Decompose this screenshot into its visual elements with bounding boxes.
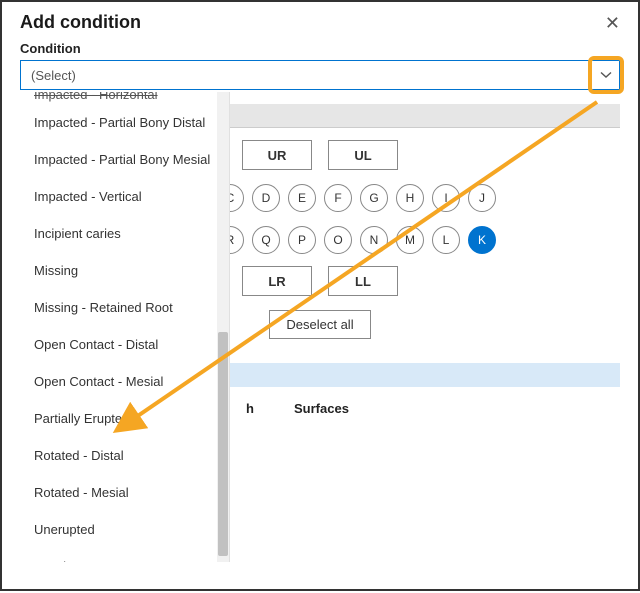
select-placeholder: (Select)	[21, 68, 593, 83]
tooth-j[interactable]: J	[468, 184, 496, 212]
tooth-m[interactable]: M	[396, 226, 424, 254]
tooth-i[interactable]: I	[432, 184, 460, 212]
dropdown-item[interactable]: Missing	[32, 252, 217, 289]
dropdown-item[interactable]: Open Contact - Distal	[32, 326, 217, 363]
tooth-h[interactable]: H	[396, 184, 424, 212]
dropdown-list[interactable]: Impacted - Horizontal Impacted - Partial…	[20, 92, 217, 562]
dialog-title: Add condition	[20, 12, 141, 33]
dropdown-item[interactable]: Open Contact - Mesial	[32, 363, 217, 400]
dropdown-item[interactable]: Rotated - Distal	[32, 437, 217, 474]
deselect-all-button[interactable]: Deselect all	[269, 310, 370, 339]
tooth-l[interactable]: L	[432, 226, 460, 254]
column-header-surfaces: Surfaces	[294, 401, 580, 416]
tooth-k[interactable]: K	[468, 226, 496, 254]
chevron-down-icon[interactable]	[593, 61, 619, 89]
condition-select[interactable]: (Select)	[20, 60, 620, 90]
close-icon[interactable]: ✕	[605, 14, 620, 32]
tooth-q[interactable]: Q	[252, 226, 280, 254]
quadrant-ul[interactable]: UL	[328, 140, 398, 170]
field-label: Condition	[2, 39, 638, 60]
scrollbar-thumb[interactable]	[218, 332, 228, 556]
quadrant-lr[interactable]: LR	[242, 266, 312, 296]
tooth-p[interactable]: P	[288, 226, 316, 254]
tooth-n[interactable]: N	[360, 226, 388, 254]
scrollbar-track[interactable]	[217, 92, 229, 562]
tooth-g[interactable]: G	[360, 184, 388, 212]
condition-dropdown-panel: Impacted - Horizontal Impacted - Partial…	[20, 92, 230, 562]
quadrant-ur[interactable]: UR	[242, 140, 312, 170]
content-area: UR UL A B C D E F G H I J T S R Q P O N …	[2, 92, 638, 572]
dropdown-item[interactable]: Watch	[32, 548, 217, 562]
dropdown-item[interactable]: Rotated - Mesial	[32, 474, 217, 511]
dropdown-item[interactable]: Missing - Retained Root	[32, 289, 217, 326]
dropdown-item[interactable]: Incipient caries	[32, 215, 217, 252]
tooth-e[interactable]: E	[288, 184, 316, 212]
dialog-header: Add condition ✕	[2, 2, 638, 39]
dropdown-item[interactable]: Unerupted	[32, 511, 217, 548]
dropdown-item[interactable]: Partially Erupted	[32, 400, 217, 437]
dropdown-item[interactable]: Impacted - Vertical	[32, 178, 217, 215]
tooth-f[interactable]: F	[324, 184, 352, 212]
dropdown-item[interactable]: Impacted - Partial Bony Distal	[32, 104, 217, 141]
dropdown-item[interactable]: Impacted - Partial Bony Mesial	[32, 141, 217, 178]
tooth-o[interactable]: O	[324, 226, 352, 254]
tooth-d[interactable]: D	[252, 184, 280, 212]
dropdown-item-cutoff[interactable]: Impacted - Horizontal	[32, 92, 217, 104]
quadrant-ll[interactable]: LL	[328, 266, 398, 296]
